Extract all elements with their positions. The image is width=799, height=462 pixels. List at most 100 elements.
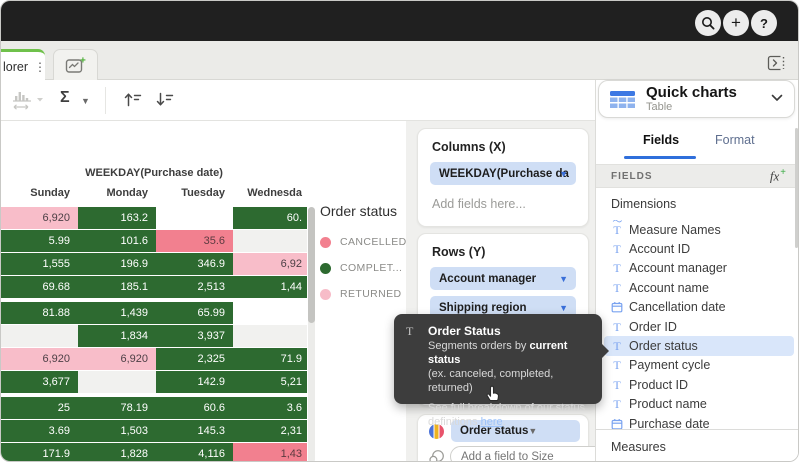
heatmap-cell[interactable]: 1,828 xyxy=(78,443,156,462)
text-field-icon: T xyxy=(608,321,626,333)
heatmap-cell[interactable]: 6,920 xyxy=(78,348,156,370)
dimension-item-order-id[interactable]: TOrder ID xyxy=(604,317,794,336)
heatmap-cell[interactable] xyxy=(233,302,307,324)
dimension-item-payment-cycle[interactable]: TPayment cycle xyxy=(604,356,794,375)
table-chart-icon xyxy=(609,89,636,110)
heatmap-cell[interactable]: 142.9 xyxy=(156,371,233,393)
tab-fields[interactable]: Fields xyxy=(643,133,679,147)
heatmap-cell[interactable]: 2,325 xyxy=(156,348,233,370)
dimensions-label: Dimensions xyxy=(611,197,676,211)
sort-ascending-button[interactable] xyxy=(123,91,142,113)
columns-shelf-title: Columns (X) xyxy=(432,140,588,154)
heatmap-cell[interactable] xyxy=(78,371,156,393)
field-pill-label: Account manager xyxy=(439,273,536,285)
heatmap-cell[interactable]: 60. xyxy=(233,207,307,229)
canvas-scrollbar-thumb[interactable] xyxy=(308,207,315,323)
dimension-item-order-status[interactable]: TOrder status xyxy=(604,336,794,355)
heatmap-cell[interactable]: 2,513 xyxy=(156,276,233,298)
heatmap-cell[interactable] xyxy=(156,207,233,229)
heatmap-cell[interactable]: 81.88 xyxy=(1,302,78,324)
dimension-item-account-name[interactable]: TAccount name xyxy=(604,278,794,297)
heatmap-cell[interactable]: 6,92 xyxy=(233,253,307,275)
heatmap-cell[interactable]: 1,44 xyxy=(233,276,307,298)
legend-item[interactable]: COMPLET... xyxy=(320,255,407,281)
heatmap-cell[interactable]: 145.3 xyxy=(156,420,233,442)
dimension-item-measure-names[interactable]: T〜Measure Names xyxy=(604,220,794,239)
heatmap-cell[interactable]: 6,920 xyxy=(1,207,78,229)
heatmap-cell[interactable]: 3,677 xyxy=(1,371,78,393)
dimension-item-product-id[interactable]: TProduct ID xyxy=(604,375,794,394)
field-pill[interactable]: Account manager ▼ xyxy=(430,267,576,290)
definitions-link[interactable]: here xyxy=(481,416,503,428)
heatmap-cell[interactable]: 101.6 xyxy=(78,230,156,252)
legend-item-label: COMPLET... xyxy=(340,262,402,274)
heatmap-cell[interactable]: 69.68 xyxy=(1,276,78,298)
heatmap-cell[interactable]: 3.69 xyxy=(1,420,78,442)
canvas-scrollbar[interactable] xyxy=(308,207,315,462)
heatmap-cell[interactable]: 35.6 xyxy=(156,230,233,252)
measures-section-header[interactable]: Measures xyxy=(596,429,799,462)
tab-menu-kebab-icon[interactable]: ⋮ xyxy=(34,62,46,72)
heatmap-cell[interactable]: 1,834 xyxy=(78,325,156,347)
sort-descending-button[interactable] xyxy=(155,91,174,113)
heatmap-cell[interactable]: 71.9 xyxy=(233,348,307,370)
dimension-item-account-manager[interactable]: TAccount manager xyxy=(604,259,794,278)
field-pill[interactable]: WEEKDAY(Purchase date)▼ xyxy=(430,162,576,185)
dimension-item-label: Cancellation date xyxy=(629,300,726,314)
heatmap-cell[interactable]: 163.2 xyxy=(78,207,156,229)
tab-format[interactable]: Format xyxy=(715,133,755,147)
new-exploration-tab[interactable]: + xyxy=(53,49,98,80)
heatmap-cell[interactable]: 196.9 xyxy=(78,253,156,275)
dimension-item-account-id[interactable]: TAccount ID xyxy=(604,239,794,258)
help-button[interactable]: ? xyxy=(751,10,777,36)
rows-shelf-title: Rows (Y) xyxy=(432,245,588,259)
heatmap-cell[interactable]: 60.6 xyxy=(156,397,233,419)
sort-ascending-icon xyxy=(123,91,142,108)
add-calculated-field-button[interactable]: fx+ xyxy=(770,167,786,184)
chart-canvas: WEEKDAY(Purchase date) SundayMondayTuesd… xyxy=(1,121,406,462)
columns-add-fields-placeholder[interactable]: Add fields here... xyxy=(432,197,588,211)
heatmap-cell[interactable]: 1,43 xyxy=(233,443,307,462)
heatmap-cell[interactable]: 78.19 xyxy=(78,397,156,419)
heatmap-cell[interactable]: 5,21 xyxy=(233,371,307,393)
tab-explorer[interactable]: lorer ⋮ xyxy=(0,49,45,81)
add-button[interactable]: + xyxy=(723,10,749,36)
calendar-icon xyxy=(608,418,626,429)
dimension-item-label: Order status xyxy=(629,339,698,353)
heatmap-cell[interactable]: 2,31 xyxy=(233,420,307,442)
chevron-down-icon: ▼ xyxy=(559,274,568,284)
chart-type-picker[interactable]: Quick charts Table xyxy=(598,80,795,118)
search-icon xyxy=(701,16,715,30)
panel-scrollbar-thumb[interactable] xyxy=(795,128,798,248)
legend-item[interactable]: RETURNED xyxy=(320,281,407,307)
heatmap-cell[interactable]: 3.6 xyxy=(233,397,307,419)
heatmap-cell[interactable]: 6,920 xyxy=(1,348,78,370)
measures-label: Measures xyxy=(611,440,799,454)
heatmap-row-group: 2578.1960.63.6 3.691,503145.32,31 171.91,8… xyxy=(1,397,307,462)
heatmap-cell[interactable]: 25 xyxy=(1,397,78,419)
legend-item[interactable]: CANCELLED xyxy=(320,229,407,255)
heatmap-cell[interactable] xyxy=(233,325,307,347)
chart-type-button[interactable] xyxy=(11,88,45,117)
dimension-item-purchase-date[interactable]: Purchase date xyxy=(604,414,794,429)
heatmap-cell[interactable]: 346.9 xyxy=(156,253,233,275)
heatmap-cell[interactable]: 1,503 xyxy=(78,420,156,442)
heatmap-cell[interactable]: 171.9 xyxy=(1,443,78,462)
heatmap-cell[interactable]: 3,937 xyxy=(156,325,233,347)
heatmap-cell[interactable] xyxy=(1,325,78,347)
dimension-item-product-name[interactable]: TProduct name xyxy=(604,395,794,414)
heatmap-cell[interactable]: 185.1 xyxy=(78,276,156,298)
heatmap-cell[interactable]: 5.99 xyxy=(1,230,78,252)
text-field-icon: T xyxy=(608,340,626,352)
search-button[interactable] xyxy=(695,10,721,36)
heatmap-cell[interactable] xyxy=(233,230,307,252)
dimension-item-label: Payment cycle xyxy=(629,358,710,372)
legend-item-label: RETURNED xyxy=(340,288,402,300)
collapse-panel-button[interactable] xyxy=(764,53,790,73)
heatmap-cell[interactable]: 1,555 xyxy=(1,253,78,275)
heatmap-cell[interactable]: 1,439 xyxy=(78,302,156,324)
dimension-item-cancellation-date[interactable]: Cancellation date xyxy=(604,298,794,317)
heatmap-cell[interactable]: 65.99 xyxy=(156,302,233,324)
heatmap-cell[interactable]: 4,116 xyxy=(156,443,233,462)
plus-icon: + xyxy=(780,167,786,178)
